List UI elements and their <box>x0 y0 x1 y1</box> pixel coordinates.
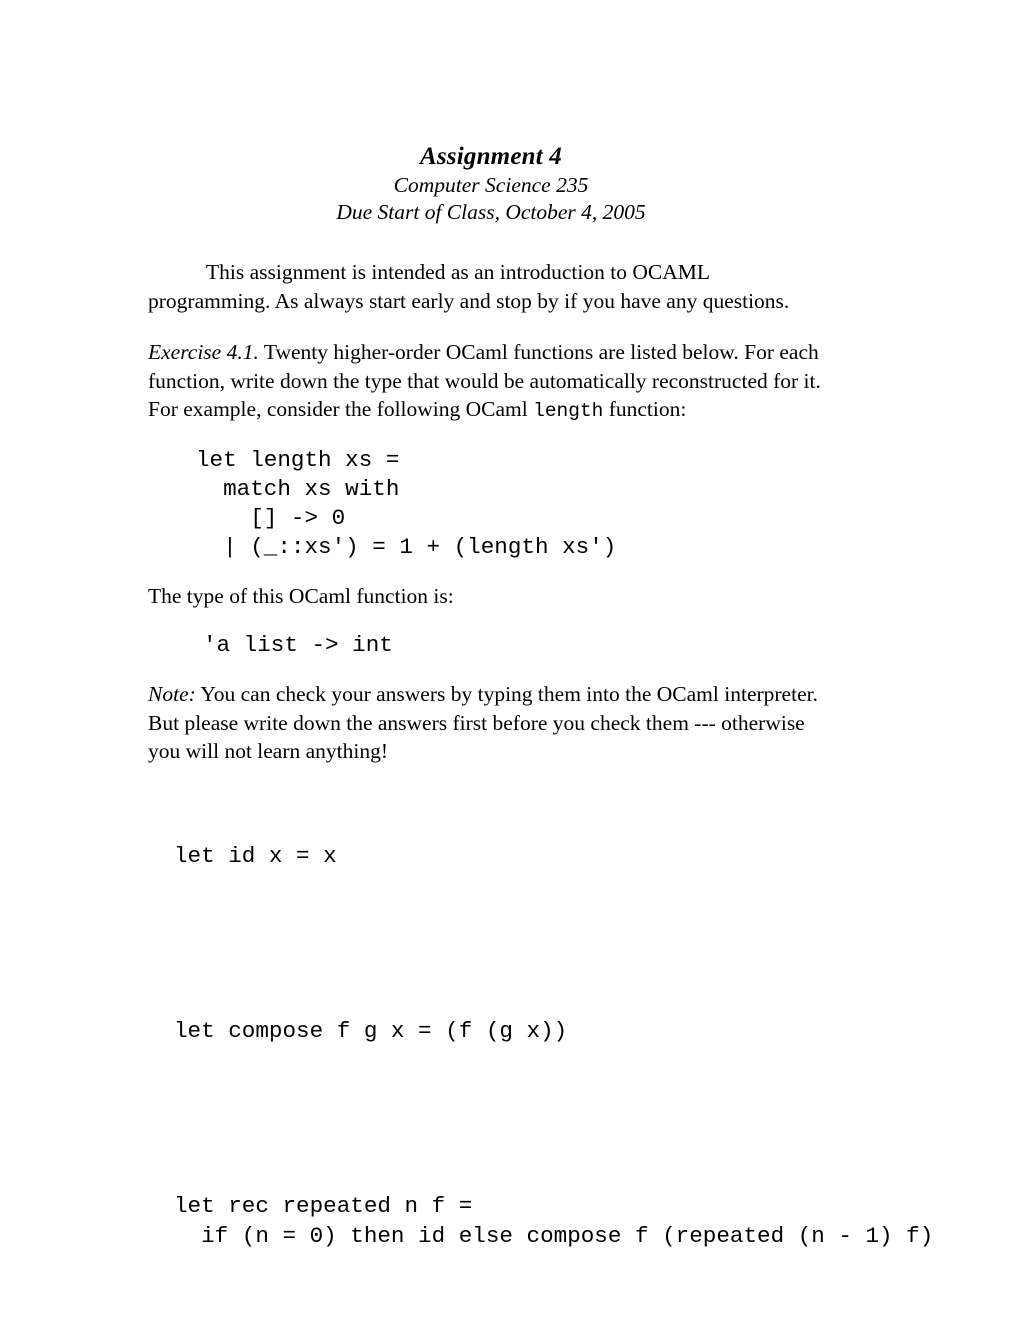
document-page: Assignment 4 Computer Science 235 Due St… <box>0 0 1020 1320</box>
exercise-label: Exercise 4.1. <box>148 340 259 364</box>
exercise-paragraph: Exercise 4.1. Twenty higher-order OCaml … <box>148 338 834 426</box>
page-content: Assignment 4 Computer Science 235 Due St… <box>148 142 934 1320</box>
course-subtitle: Computer Science 235 <box>393 173 589 197</box>
listing-entry: let rec repeated n f = if (n = 0) then i… <box>174 1193 934 1249</box>
listing-spacer <box>174 930 834 959</box>
note-text: You can check your answers by typing the… <box>148 682 818 764</box>
function-listing: let id x = x let compose f g x = (f (g x… <box>148 784 934 1320</box>
title-block: Assignment 4 Computer Science 235 Due St… <box>148 142 834 226</box>
intro-paragraph: This assignment is intended as an introd… <box>148 260 790 313</box>
due-date-subtitle: Due Start of Class, October 4, 2005 <box>336 200 646 224</box>
listing-entry: let compose f g x = (f (g x)) <box>174 1018 568 1045</box>
type-code-block: 'a list -> int <box>203 631 393 658</box>
exercise-text-after: function: <box>603 397 687 421</box>
type-intro-paragraph: The type of this OCaml function is: <box>148 584 454 609</box>
listing-entry: let id x = x <box>174 842 337 869</box>
example-code-block: let length xs = match xs with [] -> 0 | … <box>196 446 617 561</box>
note-label: Note: <box>148 682 196 707</box>
page-title: Assignment 4 <box>419 143 563 170</box>
listing-spacer <box>174 1309 834 1320</box>
note-paragraph: Note: You can check your answers by typi… <box>148 680 834 766</box>
listing-spacer <box>174 1105 834 1134</box>
exercise-mono-term: length <box>533 400 604 422</box>
